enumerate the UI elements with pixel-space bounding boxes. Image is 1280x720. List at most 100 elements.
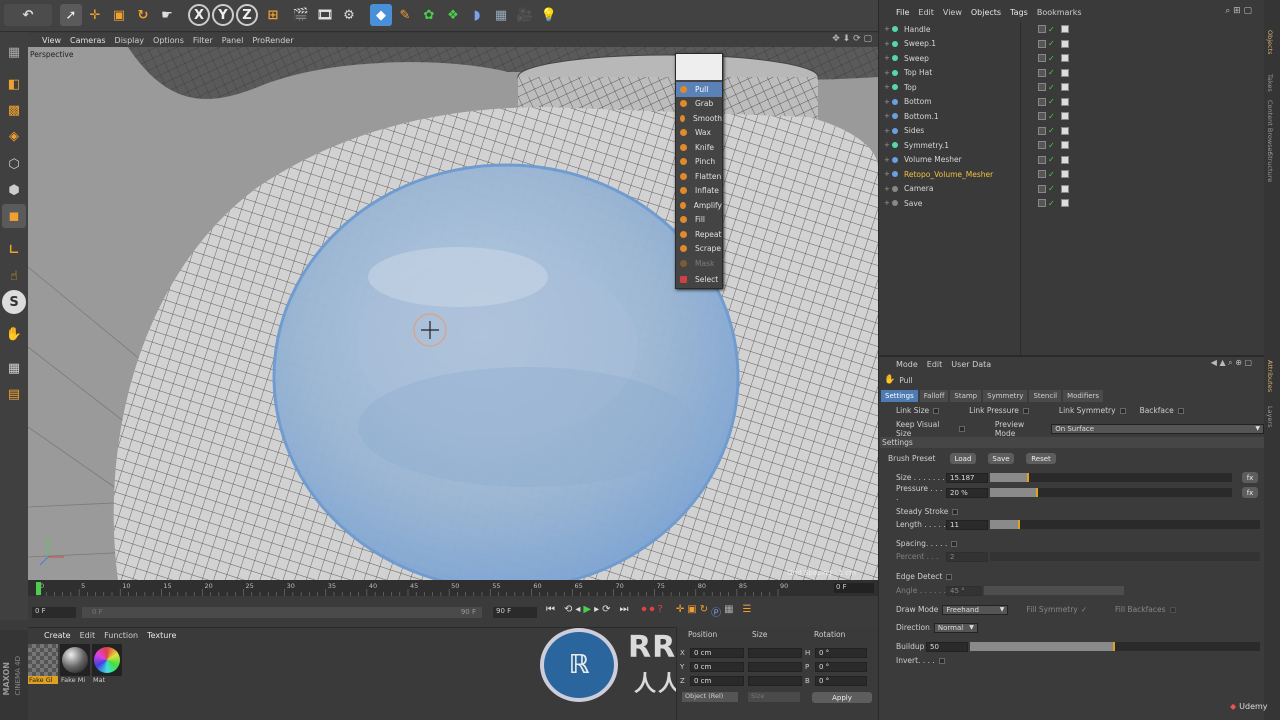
brush-menu-item[interactable]: Amplify <box>676 198 722 213</box>
layer-swatch[interactable] <box>1038 39 1046 48</box>
param-key-icon[interactable]: Ⓟ <box>711 604 721 619</box>
length-slider[interactable] <box>990 520 1260 529</box>
om-menu-file[interactable]: File <box>896 8 909 17</box>
side-tab-objects[interactable]: Objects <box>1266 30 1274 55</box>
select-tool-icon[interactable]: ➚ <box>60 4 82 26</box>
viewport-menu-display[interactable]: Display <box>115 36 145 45</box>
layer-swatch[interactable] <box>1038 141 1046 150</box>
om-menu-objects[interactable]: Objects <box>971 8 1001 17</box>
brush-menu-item[interactable]: Grab <box>676 97 722 112</box>
side-tab-content-browser[interactable]: Content Browser <box>1266 100 1274 154</box>
tag-icons[interactable] <box>1060 83 1071 92</box>
tag-icons[interactable] <box>1060 97 1071 106</box>
brush-menu-item[interactable]: Wax <box>676 126 722 141</box>
keep-visual-size-checkbox[interactable] <box>959 425 965 432</box>
object-row[interactable]: + Top Hat ✓ <box>884 66 1264 81</box>
expand-icon[interactable]: + <box>884 141 892 149</box>
viewport-menu-view[interactable]: View <box>42 36 61 45</box>
snap-icon[interactable]: S <box>2 290 26 314</box>
expand-icon[interactable]: + <box>884 54 892 62</box>
edges-mode-icon[interactable]: ⬢ <box>2 178 26 202</box>
viewport-menu-filter[interactable]: Filter <box>193 36 213 45</box>
size-field[interactable]: 15.187 <box>946 472 988 483</box>
polygons-mode-icon[interactable]: ◼ <box>2 204 26 228</box>
points-mode-icon[interactable]: ⬡ <box>2 152 26 176</box>
layer-swatch[interactable] <box>1038 25 1046 34</box>
object-row[interactable]: + Retopo_Volume_Mesher ✓ <box>884 167 1264 182</box>
object-row[interactable]: + Symmetry.1 ✓ <box>884 138 1264 153</box>
pressure-fx-button[interactable]: fx <box>1242 487 1258 498</box>
visibility-toggle[interactable]: ✓ <box>1038 141 1057 150</box>
save-button[interactable]: Save <box>988 453 1014 464</box>
light-icon[interactable]: 💡 <box>538 4 560 26</box>
expand-icon[interactable]: + <box>884 156 892 164</box>
visibility-toggle[interactable]: ✓ <box>1038 39 1057 48</box>
move-tool-icon[interactable]: ✛ <box>84 4 106 26</box>
attr-menu-mode[interactable]: Mode <box>896 360 918 369</box>
brush-menu-item[interactable]: Smooth <box>676 111 722 126</box>
enabled-check-icon[interactable]: ✓ <box>1048 141 1055 150</box>
brush-menu-item[interactable]: Repeat <box>676 227 722 242</box>
draw-mode-select[interactable]: Freehand ▼ <box>942 604 1009 615</box>
tag-icons[interactable] <box>1060 141 1071 150</box>
brush-menu-item[interactable]: Knife <box>676 140 722 155</box>
render-picture-viewer-icon[interactable]: 🎞 <box>314 4 336 26</box>
fill-symmetry-check-icon[interactable]: ✓ <box>1081 605 1087 614</box>
mat-menu-function[interactable]: Function <box>104 631 138 640</box>
tag-icons[interactable] <box>1060 68 1071 77</box>
reset-button[interactable]: Reset <box>1026 453 1056 464</box>
phong-tag-icon[interactable] <box>1060 97 1069 106</box>
prev-key-icon[interactable]: ⟲ <box>564 604 572 619</box>
tab-falloff[interactable]: Falloff <box>919 390 949 402</box>
end-frame-field[interactable]: 90 F <box>493 607 537 618</box>
visibility-toggle[interactable]: ✓ <box>1038 25 1057 34</box>
phong-tag-icon[interactable] <box>1060 141 1069 150</box>
rotation-field[interactable]: 0 ° <box>815 661 867 672</box>
side-tab-takes[interactable]: Takes <box>1266 74 1274 92</box>
undo-icon[interactable]: ↶ <box>4 4 52 26</box>
brush-menu-item[interactable]: Scrape <box>676 242 722 257</box>
expand-icon[interactable]: + <box>884 69 892 77</box>
side-tab-layers[interactable]: Layers <box>1266 406 1274 428</box>
visibility-toggle[interactable]: ✓ <box>1038 97 1057 106</box>
tab-symmetry[interactable]: Symmetry <box>983 390 1028 402</box>
phong-tag-icon[interactable] <box>1060 126 1069 135</box>
tag-icons[interactable] <box>1060 155 1071 164</box>
material-swatch[interactable]: Fake Gl <box>28 644 58 686</box>
axis-y-button[interactable]: Y <box>212 4 234 26</box>
autokey-icon[interactable]: ⏺ <box>650 604 655 619</box>
visibility-toggle[interactable]: ✓ <box>1038 184 1057 193</box>
pla-key-icon[interactable]: ▦ <box>724 604 733 619</box>
layer-swatch[interactable] <box>1038 83 1046 92</box>
material-swatch[interactable]: Fake Mi <box>60 644 90 686</box>
material-swatch[interactable]: Mat <box>92 644 122 686</box>
size-field[interactable] <box>748 647 802 658</box>
mat-menu-texture[interactable]: Texture <box>147 631 176 640</box>
camera-icon[interactable]: 🎥 <box>514 4 536 26</box>
workplane-icon[interactable]: ◈ <box>2 124 26 148</box>
brush-menu-item[interactable]: Mask <box>676 256 722 271</box>
phong-tag-icon[interactable] <box>1060 68 1069 77</box>
fill-backfaces-checkbox[interactable] <box>1169 606 1176 613</box>
spacing-checkbox[interactable] <box>951 540 958 547</box>
enabled-check-icon[interactable]: ✓ <box>1048 83 1055 92</box>
buildup-slider[interactable] <box>970 642 1260 651</box>
size-field[interactable] <box>748 661 802 672</box>
om-search-icon[interactable]: ⌕ ⊞ ▢ <box>1225 6 1252 16</box>
layer-swatch[interactable] <box>1038 170 1046 179</box>
visibility-toggle[interactable]: ✓ <box>1038 199 1057 208</box>
enabled-check-icon[interactable]: ✓ <box>1048 170 1055 179</box>
backface-checkbox[interactable] <box>1177 407 1184 414</box>
tag-icons[interactable] <box>1060 199 1071 208</box>
layer-swatch[interactable] <box>1038 112 1046 121</box>
viewport[interactable]: Perspective Grid Spacing : 1 cm <box>28 47 878 580</box>
floor-icon[interactable]: ▦ <box>490 4 512 26</box>
record-icon[interactable]: ⏺ <box>642 604 647 619</box>
expand-icon[interactable]: + <box>884 98 892 106</box>
tag-icons[interactable] <box>1060 25 1071 34</box>
layer-swatch[interactable] <box>1038 97 1046 106</box>
tag-icons[interactable] <box>1060 39 1071 48</box>
pressure-field[interactable]: 20 % <box>946 487 988 498</box>
om-menu-bookmarks[interactable]: Bookmarks <box>1037 8 1082 17</box>
edge-detect-checkbox[interactable] <box>946 573 953 580</box>
